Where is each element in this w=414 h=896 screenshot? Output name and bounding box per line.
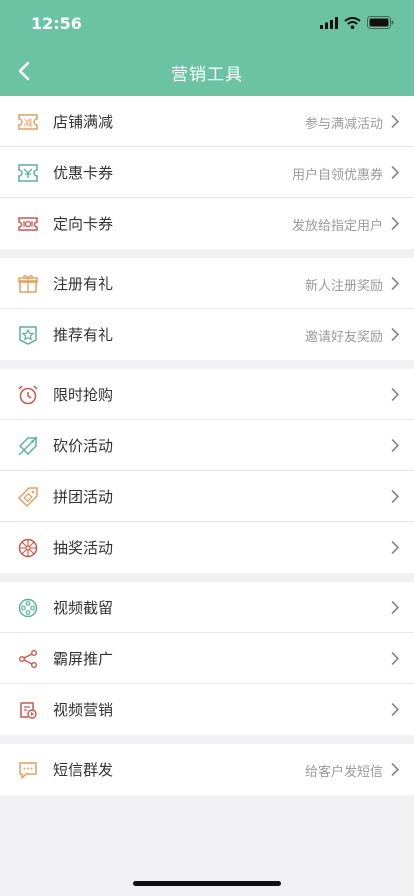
- menu-item-label: 限时抢购: [53, 386, 114, 404]
- chevron-right-icon: [391, 165, 400, 180]
- menu-item-label: 优惠卡券: [53, 164, 114, 182]
- menu-item-flash-sale[interactable]: 限时抢购: [0, 369, 414, 420]
- svg-text:减: 减: [23, 117, 32, 129]
- signal-icon: [320, 16, 338, 29]
- menu-item-label: 霸屏推广: [53, 650, 114, 668]
- chevron-right-icon: [391, 387, 400, 402]
- group-sms: 短信群发 给客户发短信: [0, 744, 414, 795]
- alarm-clock-icon: [18, 385, 38, 405]
- menu-item-label: 砍价活动: [53, 437, 114, 455]
- page-title: 营销工具: [171, 65, 243, 85]
- chevron-right-icon: [391, 540, 400, 555]
- ticket-icon: [18, 164, 38, 182]
- menu-item-hint: 参与满减活动: [304, 117, 383, 132]
- chevron-right-icon: [391, 216, 400, 231]
- group-rewards: 注册有礼 新人注册奖励 推荐有礼 邀请好友奖励: [0, 258, 414, 360]
- menu-item-screen-promo[interactable]: 霸屏推广: [0, 633, 414, 684]
- menu-item-coupons[interactable]: 优惠卡券 用户自领优惠券: [0, 147, 414, 198]
- menu-item-hint: 新人注册奖励: [304, 279, 383, 294]
- share-icon: [19, 650, 37, 668]
- battery-icon: [367, 16, 394, 29]
- menu-item-sms-broadcast[interactable]: 短信群发 给客户发短信: [0, 744, 414, 795]
- discount-coupon-icon: 减: [18, 114, 38, 130]
- app-header: 12:56 营销工具: [0, 0, 414, 96]
- group-video: 视频截留 霸屏推广 视频营销: [0, 582, 414, 735]
- chevron-right-icon: [391, 651, 400, 666]
- chevron-right-icon: [391, 327, 400, 342]
- menu-item-label: 店铺满减: [53, 113, 114, 131]
- menu-item-targeted-coupons[interactable]: 定向卡券 发放给指定用户: [0, 198, 414, 249]
- tag-cut-icon: [18, 436, 38, 456]
- menu-item-label: 视频截留: [53, 599, 114, 617]
- menu-item-label: 抽奖活动: [53, 539, 114, 557]
- chevron-right-icon: [391, 276, 400, 291]
- menu-item-hint: 给客户发短信: [304, 765, 383, 780]
- menu-item-hint: 发放给指定用户: [291, 219, 383, 234]
- menu-item-video-marketing[interactable]: 视频营销: [0, 684, 414, 735]
- status-icons: [320, 16, 394, 29]
- menu-item-hint: 用户自领优惠券: [291, 168, 383, 183]
- lottery-wheel-icon: [18, 538, 38, 558]
- group-activities: 限时抢购 砍价活动 拼团活动 抽奖活动: [0, 369, 414, 573]
- menu-item-label: 推荐有礼: [53, 326, 114, 344]
- video-marketing-icon: [20, 702, 37, 719]
- status-time: 12:56: [31, 14, 82, 33]
- message-icon: [19, 762, 37, 779]
- group-coupons: 减 店铺满减 参与满减活动 优惠卡券 用户自领优惠券 定向卡券 发放给指定用户: [0, 96, 414, 249]
- menu-item-label: 注册有礼: [53, 275, 114, 293]
- star-badge-icon: [19, 326, 37, 345]
- price-tag-icon: [17, 487, 38, 508]
- menu-item-group-buy[interactable]: 拼团活动: [0, 471, 414, 522]
- chevron-right-icon: [391, 600, 400, 615]
- wifi-icon: [344, 16, 361, 29]
- chevron-right-icon: [391, 114, 400, 129]
- menu-item-hint: 邀请好友奖励: [304, 330, 383, 345]
- targeted-coupon-icon: [18, 217, 38, 231]
- gift-icon: [18, 275, 38, 293]
- chevron-right-icon: [391, 702, 400, 717]
- menu-item-store-discount[interactable]: 减 店铺满减 参与满减活动: [0, 96, 414, 147]
- menu-item-label: 拼团活动: [53, 488, 114, 506]
- menu-item-label: 视频营销: [53, 701, 114, 719]
- menu-item-bargain[interactable]: 砍价活动: [0, 420, 414, 471]
- home-indicator[interactable]: [133, 881, 281, 886]
- menu-item-lottery[interactable]: 抽奖活动: [0, 522, 414, 573]
- status-bar: 12:56: [0, 0, 414, 44]
- film-reel-icon: [18, 598, 38, 618]
- chevron-right-icon: [391, 762, 400, 777]
- menu-item-video-capture[interactable]: 视频截留: [0, 582, 414, 633]
- menu-item-referral-gift[interactable]: 推荐有礼 邀请好友奖励: [0, 309, 414, 360]
- nav-bar: 营销工具: [0, 50, 414, 92]
- menu-item-label: 短信群发: [53, 761, 114, 779]
- chevron-right-icon: [391, 489, 400, 504]
- menu-item-label: 定向卡券: [53, 215, 114, 233]
- chevron-right-icon: [391, 438, 400, 453]
- menu-item-register-gift[interactable]: 注册有礼 新人注册奖励: [0, 258, 414, 309]
